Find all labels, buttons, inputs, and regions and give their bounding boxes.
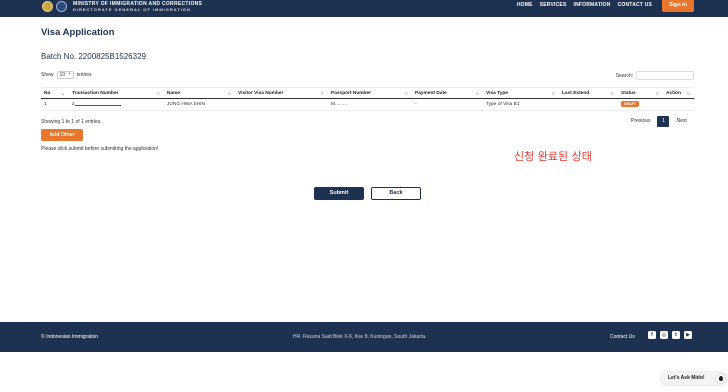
previous-page-button[interactable]: Previous xyxy=(628,116,653,127)
footer-address: HR. Rasuna Said Blok X-6, Kav 8, Kuninga… xyxy=(293,334,427,340)
footer-contact-link[interactable]: Contact Us xyxy=(610,334,635,340)
sort-icon: ▲ xyxy=(61,91,65,96)
twitter-icon[interactable]: t xyxy=(672,331,680,339)
cell-transaction-number[interactable]: 2 xyxy=(69,99,164,110)
ministry-line2: DIRECTORATE GENERAL OF IMMIGRATION xyxy=(73,6,191,12)
status-badge: DRAFT xyxy=(621,101,639,107)
column-header-no[interactable]: No ▲ xyxy=(41,88,69,98)
submit-note: Please click submit before submitting th… xyxy=(41,146,159,152)
chat-widget[interactable]: Let's Ask Mido! xyxy=(661,372,727,385)
chat-avatar-icon xyxy=(715,373,726,384)
nav-home[interactable]: HOME xyxy=(517,1,533,10)
column-header-passport-number[interactable]: Passport Number ⇅ xyxy=(328,88,412,98)
back-button[interactable]: Back xyxy=(371,187,421,200)
cell-visa-type: Type of Visa B1 xyxy=(486,102,520,107)
table-search: Search: xyxy=(616,71,694,80)
sort-icon: ⇅ xyxy=(404,91,408,96)
nav-information[interactable]: INFORMATION xyxy=(573,1,610,10)
page-size-control: Show 10 entries xyxy=(41,70,92,79)
pagination: Previous 1 Next xyxy=(628,116,690,127)
show-label: Show xyxy=(41,72,54,78)
column-header-action[interactable]: Action ⇅ xyxy=(663,88,694,98)
chat-label: Let's Ask Mido! xyxy=(668,375,705,381)
youtube-icon[interactable]: ▶ xyxy=(684,331,692,339)
sort-icon: ⇅ xyxy=(655,91,659,96)
cell-last-extend xyxy=(559,99,618,110)
cell-no: 1 xyxy=(44,102,47,107)
next-page-button[interactable]: Next xyxy=(673,116,689,127)
page-title: Visa Application xyxy=(41,27,115,38)
instagram-icon[interactable]: ◎ xyxy=(660,331,668,339)
sort-icon: ⇅ xyxy=(320,91,324,96)
batch-number: Batch No. 2200825B1526329 xyxy=(41,52,146,61)
column-header-last-extend[interactable]: Last Extend ⇅ xyxy=(559,88,618,98)
sort-icon: ⇅ xyxy=(551,91,555,96)
footer: © Indonesian Immigration HR. Rasuna Said… xyxy=(0,322,728,352)
sort-icon: ⇅ xyxy=(227,91,231,96)
main-nav: HOME SERVICES INFORMATION CONTACT US xyxy=(517,1,652,10)
search-label: Search: xyxy=(615,72,633,79)
page-1-button[interactable]: 1 xyxy=(657,116,670,127)
footer-copyright: © Indonesian Immigration xyxy=(41,334,99,340)
column-header-status[interactable]: Status ⇅ xyxy=(618,88,663,98)
cell-action[interactable] xyxy=(663,99,694,110)
sign-in-button[interactable]: Sign In xyxy=(662,0,694,12)
entries-label: entries xyxy=(76,72,92,78)
ministry-name: MINISTRY OF IMMIGRATION AND CORRECTIONS … xyxy=(73,1,202,13)
nav-contact-us[interactable]: CONTACT US xyxy=(618,1,652,10)
ministry-emblem-icon xyxy=(42,1,53,12)
sort-icon: ⇅ xyxy=(686,91,690,96)
table-row: 1 2 JUNG HWA SHIN M......... - Type of V… xyxy=(41,99,694,111)
facebook-icon[interactable]: f xyxy=(648,331,656,339)
column-header-transaction-number[interactable]: Transaction Number ⇅ xyxy=(69,88,164,98)
logo[interactable]: MINISTRY OF IMMIGRATION AND CORRECTIONS … xyxy=(42,0,202,13)
cell-passport-number: M......... xyxy=(331,102,347,107)
sort-icon: ⇅ xyxy=(156,91,160,96)
immigration-emblem-icon xyxy=(56,1,67,12)
visa-application-table: No ▲ Transaction Number ⇅ Name ⇅ Visitor Vi… xyxy=(41,87,694,111)
cell-payment-date: - xyxy=(415,102,417,107)
redacted-line xyxy=(74,99,121,106)
annotation-text: 신청 완료된 상태 xyxy=(514,150,592,163)
column-header-payment-date[interactable]: Payment Date ⇅ xyxy=(412,88,483,98)
top-navbar: MINISTRY OF IMMIGRATION AND CORRECTIONS … xyxy=(0,0,728,17)
submit-button[interactable]: Submit xyxy=(314,187,364,200)
table-header: No ▲ Transaction Number ⇅ Name ⇅ Visitor Vi… xyxy=(41,87,694,99)
sort-icon: ⇅ xyxy=(610,91,614,96)
cell-visitor-visa-number xyxy=(235,99,328,110)
page-size-select[interactable]: 10 xyxy=(56,70,74,79)
search-input[interactable] xyxy=(636,71,694,80)
column-header-name[interactable]: Name ⇅ xyxy=(164,88,235,98)
cell-status: DRAFT xyxy=(618,99,663,110)
social-links: f ◎ t ▶ xyxy=(648,331,692,339)
sort-icon: ⇅ xyxy=(475,91,479,96)
nav-services[interactable]: SERVICES xyxy=(540,1,567,10)
entries-info: Showing 1 to 1 of 1 entries xyxy=(41,119,101,125)
column-header-visa-type[interactable]: Visa Type ⇅ xyxy=(483,88,559,98)
column-header-visitor-visa-number[interactable]: Visitor Visa Number ⇅ xyxy=(235,88,328,98)
cell-name: JUNG HWA SHIN xyxy=(167,102,205,107)
add-other-button[interactable]: Add Other xyxy=(41,129,83,141)
